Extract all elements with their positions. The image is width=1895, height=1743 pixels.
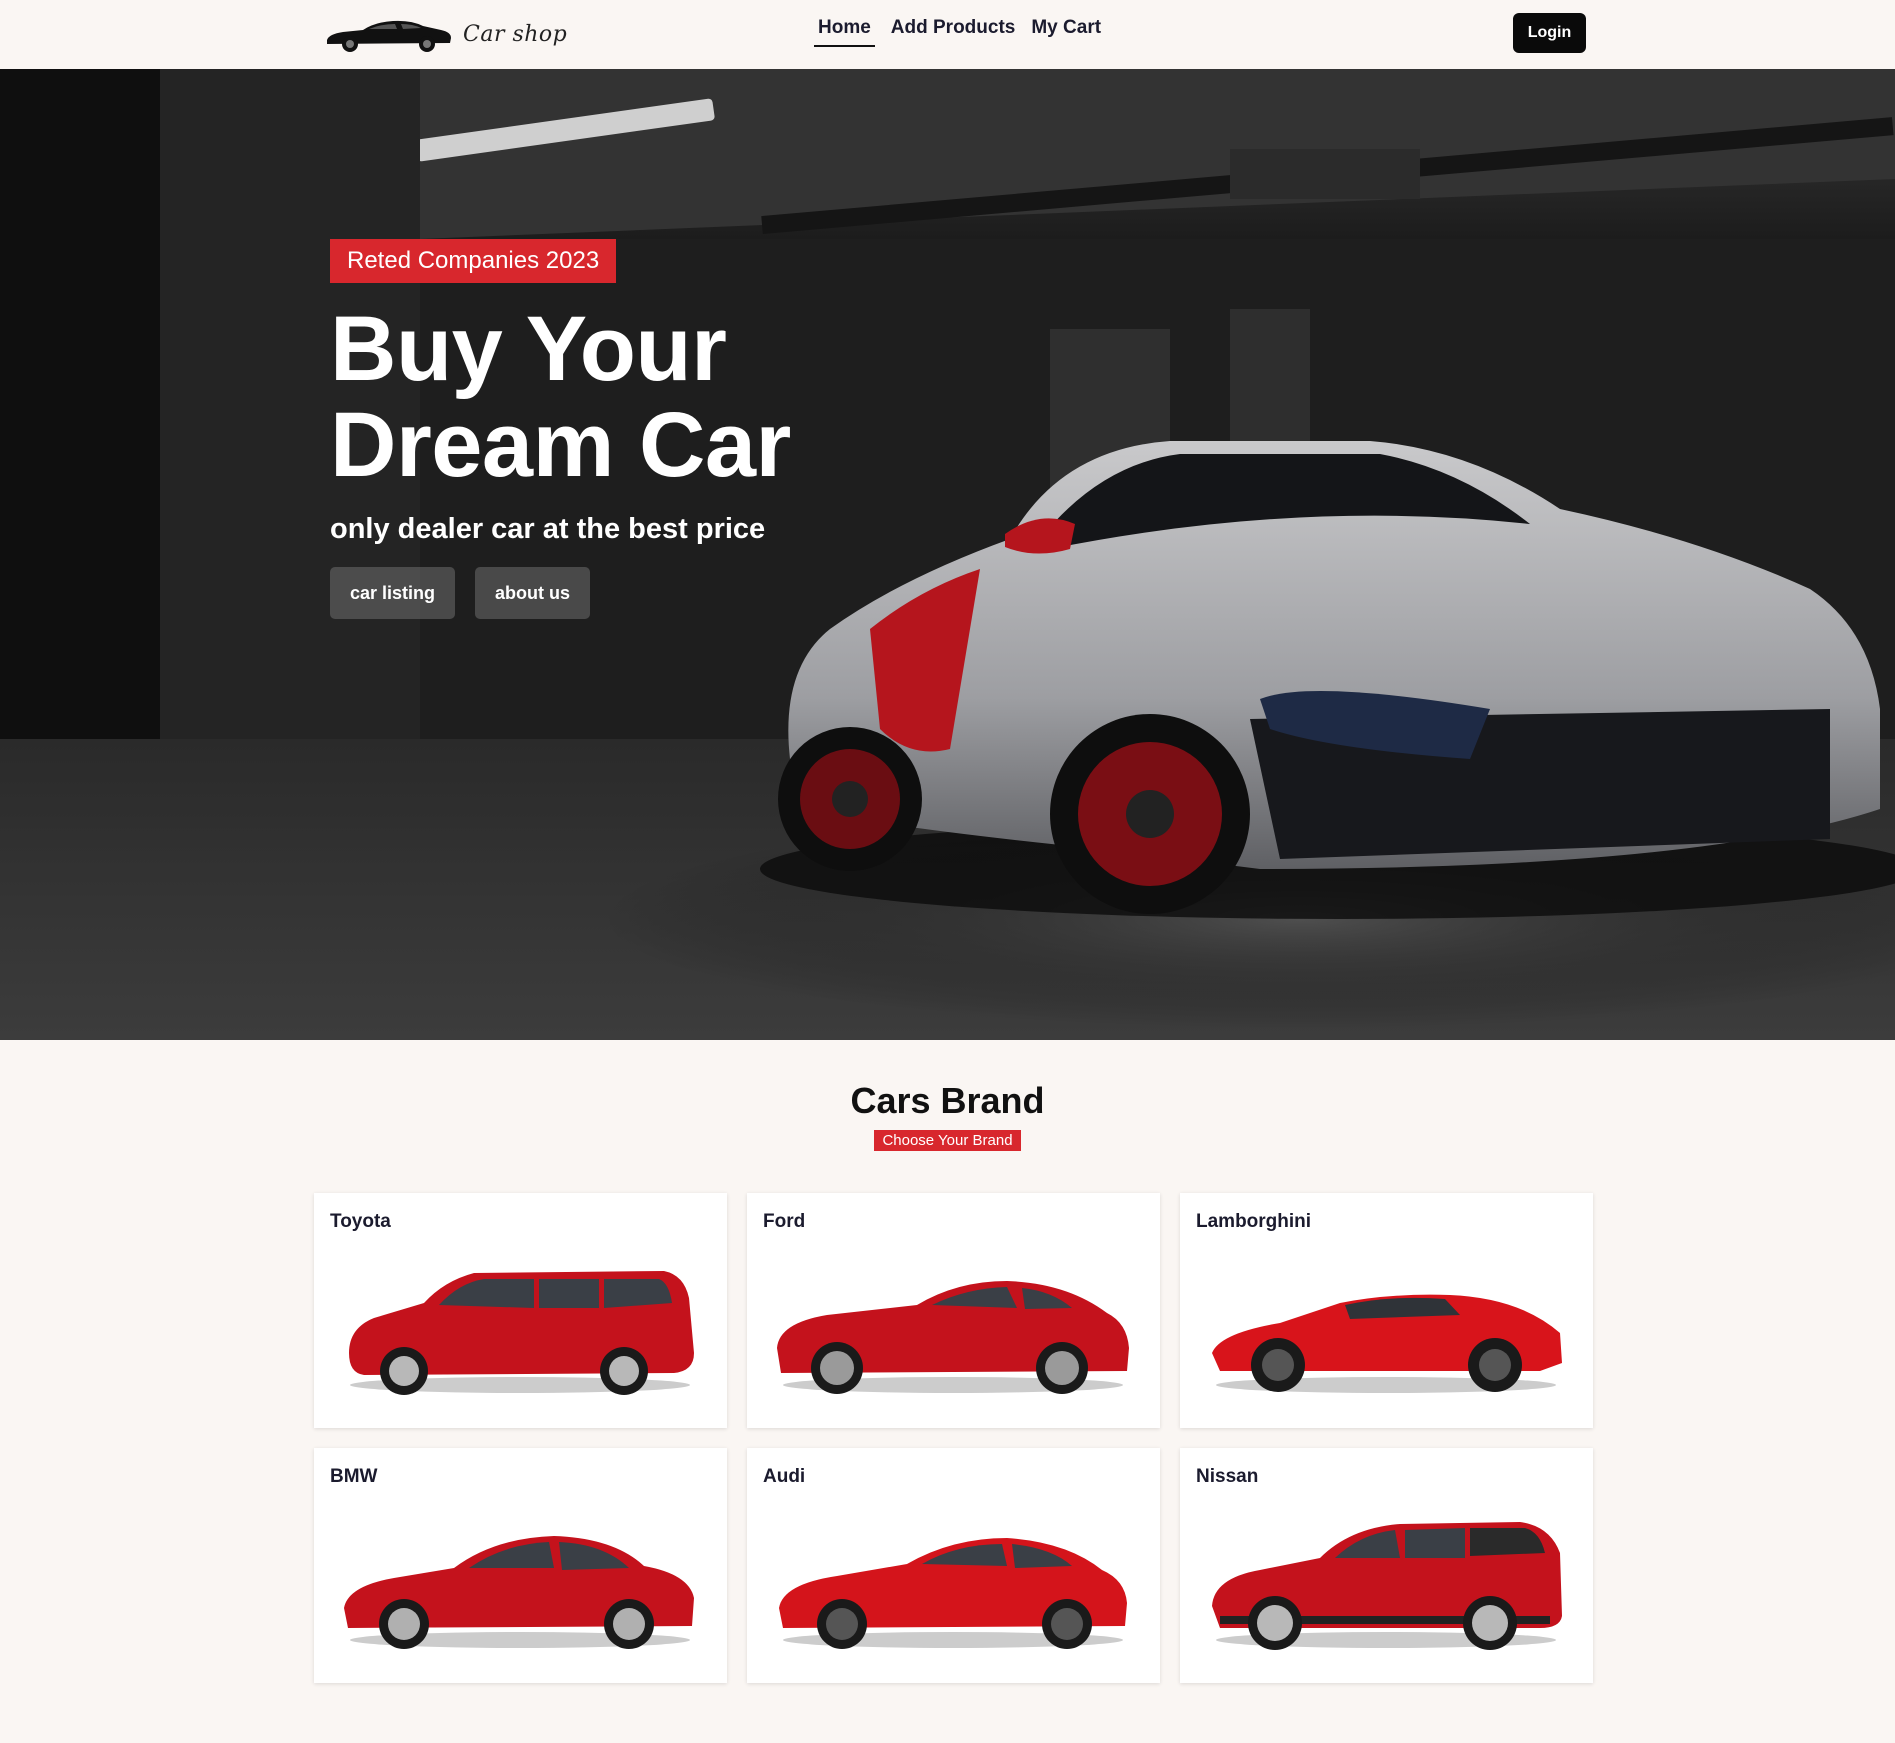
navbar: Car shop Home Add Products My Cart Login <box>0 0 1895 69</box>
brand-card-toyota[interactable]: Toyota <box>314 1193 727 1428</box>
nav-my-cart-link[interactable]: My Cart <box>1031 17 1101 47</box>
hero-actions: car listing about us <box>330 567 890 620</box>
car-listing-button[interactable]: car listing <box>330 567 456 620</box>
audi-car-image <box>779 1538 1127 1649</box>
hero-badge: Reted Companies 2023 <box>330 239 617 284</box>
brand-card-ford[interactable]: Ford <box>747 1193 1160 1428</box>
hero-title: Buy Your Dream Car <box>330 298 791 497</box>
car-logo-icon <box>323 14 453 54</box>
brand-name: Car shop <box>463 21 568 47</box>
brand-card-nissan[interactable]: Nissan <box>1180 1448 1593 1683</box>
brand-card-grid: Toyota Ford Lamborghini BMW Audi Nissan <box>314 1193 1593 1683</box>
brand-card-label: Toyota <box>330 1211 391 1232</box>
brands-section-tag: Choose Your Brand <box>874 1130 1021 1151</box>
bmw-car-image <box>344 1536 694 1649</box>
nissan-car-image <box>1212 1522 1562 1650</box>
brands-tag-wrap: Choose Your Brand <box>0 1130 1895 1151</box>
login-button[interactable]: Login <box>1513 13 1586 53</box>
brands-section-title: Cars Brand <box>850 1080 1045 1121</box>
hero-banner: Reted Companies 2023 Buy Your Dream Car … <box>0 69 1895 1040</box>
brand-card-label: Nissan <box>1196 1466 1259 1487</box>
brand-card-label: Lamborghini <box>1196 1211 1312 1232</box>
nav-home-link[interactable]: Home <box>814 17 875 47</box>
brand-card-label: BMW <box>330 1466 378 1487</box>
main-nav: Home Add Products My Cart <box>814 17 1101 47</box>
lamborghini-car-image <box>1212 1294 1562 1393</box>
brand-card-audi[interactable]: Audi <box>747 1448 1160 1683</box>
hero-subtitle: only dealer car at the best price <box>330 513 766 546</box>
brand-logo[interactable]: Car shop <box>323 12 567 56</box>
hero-content: Reted Companies 2023 Buy Your Dream Car … <box>330 239 890 620</box>
ford-car-image <box>777 1281 1129 1394</box>
hero-car-image <box>0 69 1895 1040</box>
nav-add-products-link[interactable]: Add Products <box>891 17 1016 47</box>
brand-card-bmw[interactable]: BMW <box>314 1448 727 1683</box>
about-us-button[interactable]: about us <box>475 567 591 620</box>
toyota-car-image <box>349 1271 694 1395</box>
brand-card-lamborghini[interactable]: Lamborghini <box>1180 1193 1593 1428</box>
brand-card-label: Ford <box>763 1211 806 1232</box>
brand-card-label: Audi <box>763 1466 806 1487</box>
